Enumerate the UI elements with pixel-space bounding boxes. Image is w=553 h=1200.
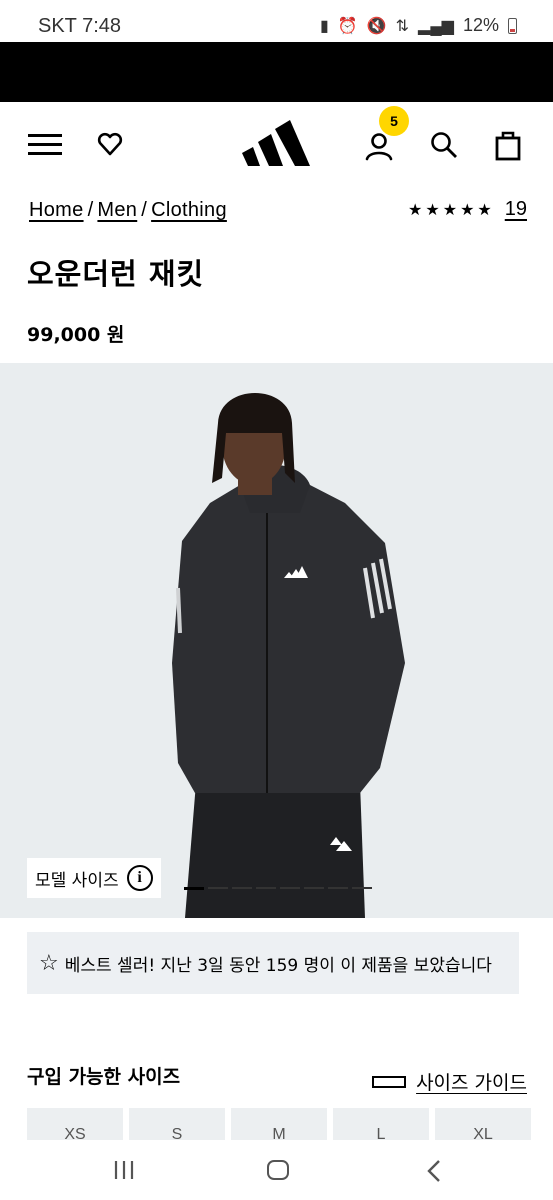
top-banner xyxy=(0,42,553,102)
ruler-icon xyxy=(372,1075,407,1088)
status-time: SKT 7:48 xyxy=(38,15,122,37)
carousel-dot[interactable] xyxy=(256,887,276,889)
breadcrumb-clothing[interactable]: Clothing xyxy=(151,199,227,222)
carousel-dot[interactable] xyxy=(304,887,324,889)
carousel-dot[interactable] xyxy=(352,887,372,889)
menu-icon[interactable] xyxy=(28,134,62,156)
sparkle-star-icon: ☆ xyxy=(39,950,59,976)
search-icon[interactable] xyxy=(430,131,458,159)
adidas-logo[interactable] xyxy=(242,120,312,166)
sizes-heading: 구입 가능한 사이즈 xyxy=(27,1066,181,1088)
carousel-dot[interactable] xyxy=(280,887,300,889)
carousel-dot[interactable] xyxy=(328,887,348,889)
product-image[interactable]: 모델 사이즈 i xyxy=(0,363,553,918)
bag-icon[interactable] xyxy=(495,129,521,161)
breadcrumb: Home / Men / Clothing xyxy=(29,199,227,222)
status-bar: SKT 7:48 ▮ ⏰ 🔇 ⇅ ▂▄▆ 12% xyxy=(0,0,553,42)
signal-icon: ▂▄▆ xyxy=(418,17,454,35)
heart-icon[interactable] xyxy=(96,130,124,158)
5g-icon: ⇅ xyxy=(395,17,410,35)
breadcrumb-separator: / xyxy=(141,199,148,221)
carousel-dot[interactable] xyxy=(184,887,204,890)
carousel-dot[interactable] xyxy=(232,887,252,889)
product-title: 오운더런 재킷 xyxy=(27,257,205,291)
info-icon: i xyxy=(126,865,153,891)
review-count-link[interactable]: 19 xyxy=(505,198,527,221)
bestseller-text: 베스트 셀러! 지난 3일 동안 159 명이 이 제품을 보았습니다 xyxy=(64,955,492,976)
status-icons: ▮ ⏰ 🔇 ⇅ ▂▄▆ 12% xyxy=(320,15,517,36)
size-guide-link[interactable]: 사이즈 가이드 xyxy=(372,1068,527,1095)
mute-icon: 🔇 xyxy=(366,17,387,35)
model-size-button[interactable]: 모델 사이즈 i xyxy=(27,858,161,898)
bestseller-banner: ☆ 베스트 셀러! 지난 3일 동안 159 명이 이 제품을 보았습니다 xyxy=(27,932,519,994)
alarm-icon: ⏰ xyxy=(337,17,358,35)
model-size-label: 모델 사이즈 xyxy=(35,870,119,891)
site-header: 5 xyxy=(0,102,553,188)
battery-icon xyxy=(508,17,517,34)
cart-count-badge: 5 xyxy=(379,106,409,136)
model-photo xyxy=(172,393,405,918)
product-rating[interactable]: ★★★★★ 19 xyxy=(408,198,527,221)
breadcrumb-men[interactable]: Men xyxy=(97,199,137,222)
battery-percent: 12% xyxy=(462,15,499,35)
sim-icon: ▮ xyxy=(319,17,329,35)
rating-stars: ★★★★★ xyxy=(408,200,495,219)
home-icon[interactable] xyxy=(267,1160,289,1180)
carousel-dot[interactable] xyxy=(208,887,228,889)
carousel-indicator xyxy=(184,887,372,890)
recent-apps-icon[interactable] xyxy=(113,1160,135,1180)
breadcrumb-home[interactable]: Home xyxy=(29,199,84,222)
back-icon[interactable] xyxy=(426,1160,442,1182)
size-guide-label: 사이즈 가이드 xyxy=(416,1072,527,1094)
product-price: 99,000 원 xyxy=(27,324,125,346)
breadcrumb-separator: / xyxy=(87,199,94,221)
system-nav-bar xyxy=(0,1140,553,1200)
